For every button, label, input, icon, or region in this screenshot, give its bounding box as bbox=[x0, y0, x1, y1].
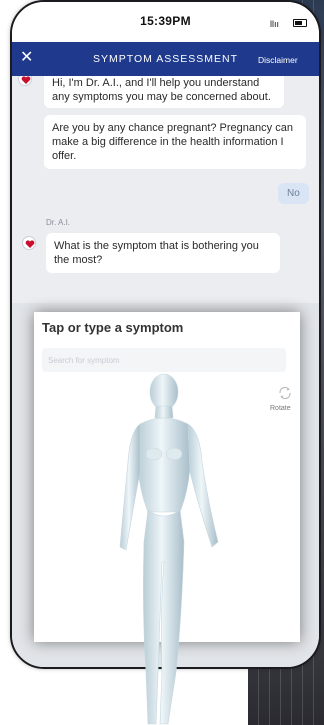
disclaimer-link[interactable]: Disclaimer bbox=[258, 55, 298, 65]
chat-area[interactable]: Hi, I'm Dr. A.I., and I'll help you unde… bbox=[12, 76, 319, 303]
rotate-label[interactable]: Rotate bbox=[270, 405, 291, 412]
chat-message: Are you by any chance pregnant? Pregnanc… bbox=[44, 115, 306, 169]
body-model-figure[interactable] bbox=[110, 372, 240, 725]
battery-icon bbox=[293, 19, 307, 27]
heart-avatar-icon bbox=[18, 76, 32, 86]
app-bar: ✕ SYMPTOM ASSESSMENT Disclaimer bbox=[12, 42, 319, 76]
rotate-icon[interactable] bbox=[277, 385, 293, 401]
sender-name: Dr. A.I. bbox=[46, 218, 71, 227]
chat-message: What is the symptom that is bothering yo… bbox=[46, 233, 280, 273]
heart-avatar-icon bbox=[22, 236, 36, 250]
symptom-card-title: Tap or type a symptom bbox=[42, 320, 184, 335]
status-bar: 15:39PM llıı bbox=[12, 2, 319, 42]
chat-message: Hi, I'm Dr. A.I., and I'll help you unde… bbox=[44, 76, 284, 108]
signal-icon: llıı bbox=[270, 19, 279, 29]
symptom-search-input[interactable] bbox=[42, 348, 286, 372]
user-reply-bubble: No bbox=[278, 183, 309, 204]
